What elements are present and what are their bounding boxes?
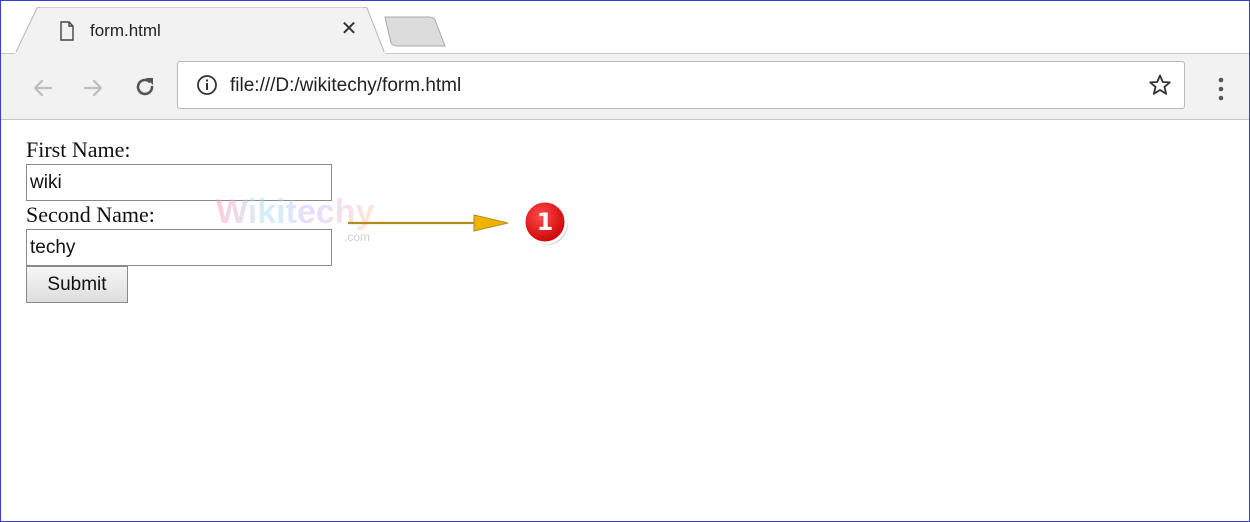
- kebab-menu-icon[interactable]: [1211, 76, 1231, 102]
- url-text[interactable]: file:///D:/wikitechy/form.html: [230, 75, 461, 97]
- tab-title: form.html: [90, 21, 161, 40]
- name-form: First Name: Second Name: Submit: [26, 136, 332, 303]
- first-name-label: First Name:: [26, 137, 131, 162]
- close-tab-icon[interactable]: ✕: [339, 18, 359, 38]
- submit-button[interactable]: Submit: [26, 266, 128, 303]
- annotation-arrow: [348, 214, 509, 232]
- second-name-label: Second Name:: [26, 202, 155, 227]
- info-icon[interactable]: [196, 74, 218, 96]
- tab-form-html[interactable]: form.html ✕: [15, 7, 385, 54]
- new-tab-icon[interactable]: [383, 15, 447, 47]
- address-bar[interactable]: file:///D:/wikitechy/form.html: [177, 61, 1185, 109]
- callout-badge: 1: [522, 199, 568, 245]
- toolbar: file:///D:/wikitechy/form.html: [1, 54, 1249, 120]
- forward-arrow-icon[interactable]: [81, 76, 105, 100]
- second-name-input[interactable]: [26, 229, 332, 266]
- star-icon[interactable]: [1148, 73, 1172, 97]
- page-content: First Name: Second Name: Submit: [1, 120, 1249, 521]
- browser-window: form.html ✕ file:///D:/wikitechy/form.ht…: [0, 0, 1250, 522]
- back-arrow-icon[interactable]: [31, 76, 55, 100]
- reload-icon[interactable]: [133, 75, 157, 99]
- callout-number: 1: [537, 208, 554, 236]
- tab-strip: form.html ✕: [1, 1, 1249, 54]
- first-name-input[interactable]: [26, 164, 332, 201]
- page-icon: [60, 21, 74, 41]
